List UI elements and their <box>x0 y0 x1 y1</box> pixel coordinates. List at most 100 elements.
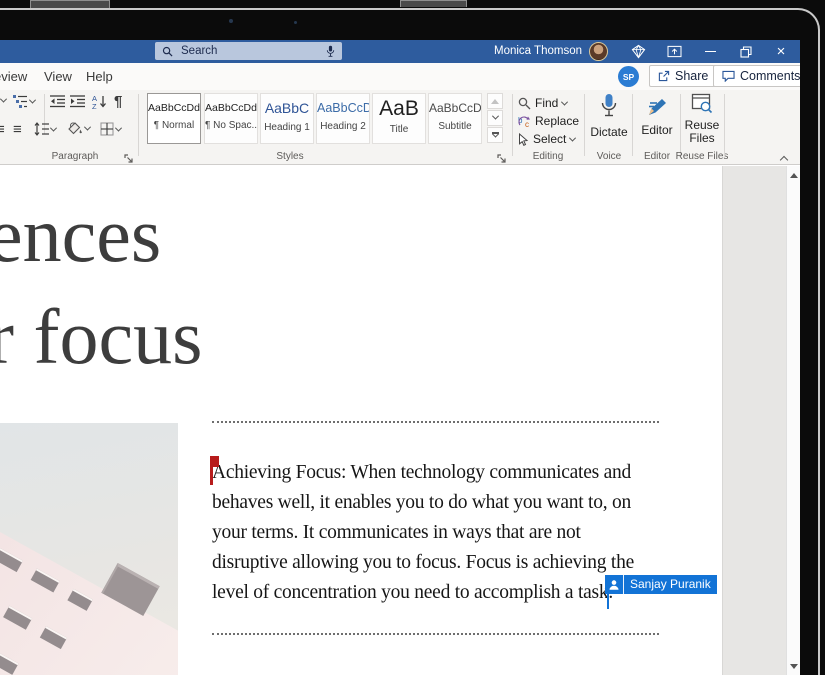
hinge-tab <box>30 0 110 8</box>
line-spacing-button[interactable] <box>34 122 56 136</box>
search-icon <box>162 46 173 57</box>
find-icon <box>518 97 531 110</box>
collaborator-flag: Sanjay Puranik <box>605 575 717 594</box>
select-label: Select <box>533 132 566 146</box>
separator <box>584 94 585 156</box>
reuse-files-icon <box>691 101 713 118</box>
paragraph-line: your terms. It communicates in ways that… <box>212 522 581 544</box>
comments-label: Comments <box>740 69 800 83</box>
avatar[interactable] <box>589 42 608 61</box>
minimize-button[interactable] <box>700 40 720 63</box>
style-sample: AaB <box>373 97 425 121</box>
select-button[interactable]: Select <box>518 131 575 147</box>
presence-badge[interactable]: SP <box>618 66 639 87</box>
close-button[interactable]: × <box>771 40 791 63</box>
style-label: Heading 1 <box>261 122 313 133</box>
pilcrow-button[interactable]: ¶ <box>114 94 122 109</box>
replace-button[interactable]: bc Replace <box>518 113 579 129</box>
share-button[interactable]: Share <box>649 65 717 87</box>
sort-button[interactable]: AZ <box>92 94 107 109</box>
styles-gallery-more-button[interactable] <box>487 127 503 143</box>
align-justify-icon[interactable]: ≡ <box>13 122 22 137</box>
device-frame: Search Monica Thomson × eview View <box>0 0 825 675</box>
reuse-files-label-line2: Files <box>682 132 722 145</box>
page-backdrop <box>722 166 786 675</box>
style-item-heading1[interactable]: AaBbC Heading 1 <box>260 93 314 144</box>
reuse-files-button[interactable]: Reuse Files <box>682 93 722 145</box>
document-page[interactable]: ences r focus Achieving Focus: When tech… <box>0 166 722 675</box>
indent-increase-button[interactable] <box>70 95 85 108</box>
dotted-divider <box>212 633 659 635</box>
doc-heading-line: ences <box>0 196 161 274</box>
ribbon-tab-row: eview View Help SP Share Comments <box>0 63 800 90</box>
separator <box>680 94 681 156</box>
camera-dot <box>294 21 297 24</box>
collaborator-caret <box>607 594 609 609</box>
style-label: ¶ No Spac... <box>205 120 257 131</box>
replace-icon: bc <box>518 115 531 128</box>
style-label: Heading 2 <box>317 121 369 132</box>
comment-icon <box>722 70 735 82</box>
style-item-normal[interactable]: AaBbCcDd ¶ Normal <box>147 93 201 144</box>
restore-button[interactable] <box>736 40 756 63</box>
paragraph-line: disruptive allowing you to focus. Focus … <box>212 552 634 574</box>
style-item-no-spacing[interactable]: AaBbCcDd ¶ No Spac... <box>204 93 258 144</box>
tab-view[interactable]: View <box>44 63 72 90</box>
multilevel-list-button[interactable] <box>13 94 35 108</box>
separator <box>632 94 633 156</box>
scroll-down-button[interactable] <box>789 661 799 671</box>
style-label: Subtitle <box>429 121 481 132</box>
balcony-shape <box>101 563 159 616</box>
title-bar: Search Monica Thomson × <box>0 40 800 63</box>
shading-button[interactable] <box>66 121 90 136</box>
indent-decrease-button[interactable] <box>50 95 65 108</box>
scroll-up-button[interactable] <box>789 170 799 180</box>
style-item-subtitle[interactable]: AaBbCcD Subtitle <box>428 93 482 144</box>
share-label: Share <box>675 69 708 83</box>
editor-group-label: Editor <box>636 151 678 162</box>
separator <box>512 94 513 156</box>
align-left-icon[interactable]: ≡ <box>0 122 5 137</box>
dictate-button[interactable]: Dictate <box>588 93 630 139</box>
person-icon <box>605 575 624 594</box>
share-icon <box>658 70 670 82</box>
dictate-label: Dictate <box>588 125 630 139</box>
editor-label: Editor <box>636 123 678 137</box>
find-button[interactable]: Find <box>518 95 567 111</box>
ribbon-display-options-icon[interactable] <box>664 40 684 63</box>
style-label: Title <box>373 124 425 135</box>
replace-label: Replace <box>535 114 579 128</box>
vertical-scrollbar[interactable] <box>786 166 800 675</box>
voice-group-label: Voice <box>588 151 630 162</box>
style-item-title[interactable]: AaB Title <box>372 93 426 144</box>
tab-help[interactable]: Help <box>86 63 113 90</box>
document-canvas: ences r focus Achieving Focus: When tech… <box>0 166 800 675</box>
find-label: Find <box>535 96 558 110</box>
premium-diamond-icon <box>628 40 648 63</box>
style-sample: AaBbCcD <box>429 101 481 115</box>
voice-search-mic-icon[interactable] <box>326 45 335 58</box>
search-placeholder: Search <box>181 45 318 57</box>
paragraph-line: level of concentration you need to accom… <box>212 582 613 604</box>
document-photo-building[interactable] <box>0 423 178 675</box>
search-input[interactable]: Search <box>155 42 342 60</box>
styles-scroll-up-button[interactable] <box>487 93 503 109</box>
building-shape <box>0 532 178 675</box>
borders-button[interactable] <box>100 122 121 136</box>
dictate-mic-icon <box>600 107 618 124</box>
select-cursor-icon <box>518 133 529 146</box>
doc-heading-line: r focus <box>0 298 202 376</box>
collaborator-name: Sanjay Puranik <box>624 575 717 594</box>
account-user-name[interactable]: Monica Thomson <box>462 40 582 63</box>
styles-group-label: Styles <box>250 151 330 162</box>
tab-review[interactable]: eview <box>0 63 27 90</box>
bullet-list-chevron-icon[interactable] <box>1 98 6 103</box>
style-item-heading2[interactable]: AaBbCcD Heading 2 <box>316 93 370 144</box>
editor-button[interactable]: Editor <box>636 95 678 137</box>
svg-text:c: c <box>525 120 529 128</box>
reuse-files-group-label: Reuse Files <box>674 151 730 162</box>
comments-button[interactable]: Comments <box>713 65 800 87</box>
editor-pencil-icon <box>646 105 669 122</box>
style-sample: AaBbCcDd <box>148 102 200 114</box>
styles-scroll-down-button[interactable] <box>487 110 503 126</box>
